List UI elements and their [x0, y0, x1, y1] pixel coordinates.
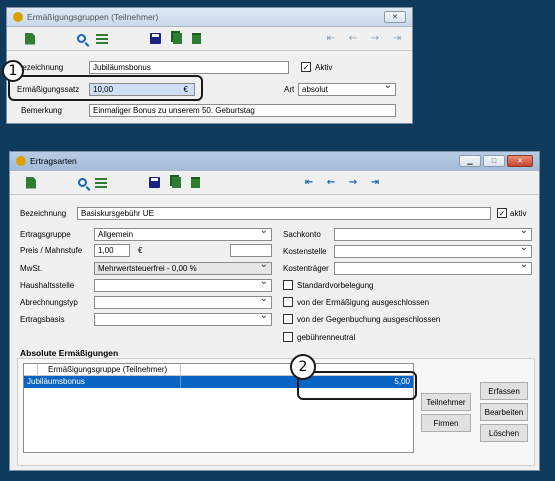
ertragsbasis-dropdown[interactable]	[94, 313, 272, 326]
list-icon[interactable]	[96, 33, 108, 44]
save-icon[interactable]	[149, 177, 160, 188]
bezeichnung-label: Bezeichnung	[20, 209, 67, 218]
copy-icon[interactable]	[173, 33, 182, 44]
window-title: Ermäßigungsgruppen (Teilnehmer)	[27, 12, 159, 22]
minimize-icon[interactable]: ▁	[459, 155, 481, 167]
search-icon[interactable]	[77, 34, 86, 43]
ertragsgruppe-dropdown[interactable]: Allgemein	[94, 228, 272, 241]
last-record-icon[interactable]: ⇥	[386, 33, 408, 44]
maximize-icon[interactable]: □	[483, 155, 505, 167]
absolute-ermaessigungen-title: Absolute Ermäßigungen	[20, 348, 119, 358]
grid-row-indicator-header	[24, 364, 38, 375]
sachkonto-dropdown[interactable]	[334, 228, 532, 241]
trash-icon[interactable]	[192, 33, 201, 44]
toolbar: ⇤ ← → ⇥	[10, 171, 539, 195]
bemerkung-label: Bemerkung	[21, 106, 62, 115]
aktiv-label: aktiv	[510, 209, 527, 218]
previous-record-icon[interactable]: ←	[342, 33, 364, 44]
gegenbuchung-ausgeschlossen-label: von der Gegenbuchung ausgeschlossen	[297, 315, 441, 324]
art-label: Art	[284, 85, 295, 94]
ertragsgruppe-label: Ertragsgruppe	[20, 230, 71, 239]
preis-label: Preis / Mahnstufe	[20, 246, 83, 255]
aktiv-label: Aktiv	[315, 63, 333, 72]
list-icon[interactable]	[95, 177, 107, 188]
bezeichnung-field[interactable]: Basiskursgebühr UE	[77, 207, 491, 220]
next-record-icon[interactable]: →	[342, 177, 364, 188]
close-icon[interactable]: ✕	[384, 11, 406, 23]
sachkonto-label: Sachkonto	[283, 230, 321, 239]
last-record-icon[interactable]: ⇥	[364, 177, 386, 188]
window-title: Ertragsarten	[30, 156, 77, 166]
app-icon	[13, 12, 23, 22]
first-record-icon[interactable]: ⇤	[298, 177, 320, 188]
firmen-button[interactable]: Firmen	[421, 414, 471, 432]
bezeichnung-field[interactable]: Jubiläumsbonus	[89, 61, 289, 74]
toolbar: ⇤ ← → ⇥	[7, 27, 412, 51]
abrechnungstyp-label: Abrechnungstyp	[20, 298, 78, 307]
grid-row-name: Jubiläumsbonus	[24, 376, 181, 388]
previous-record-icon[interactable]: ←	[320, 177, 342, 188]
mwst-dropdown[interactable]: Mehrwertsteuerfrei - 0,00 %	[94, 262, 272, 275]
loeschen-button[interactable]: Löschen	[480, 424, 528, 442]
copy-icon[interactable]	[172, 177, 181, 188]
gebuehrenneutral-checkbox[interactable]	[283, 332, 293, 342]
grid-header-gruppe[interactable]: Ermäßigungsgruppe (Teilnehmer)	[38, 364, 181, 375]
mahnstufe-field[interactable]	[230, 244, 272, 257]
first-record-icon[interactable]: ⇤	[320, 33, 342, 44]
art-dropdown[interactable]: absolut	[298, 83, 396, 96]
teilnehmer-button[interactable]: Teilnehmer	[421, 393, 471, 411]
ermaessigung-ausgeschlossen-checkbox[interactable]	[283, 297, 293, 307]
standardvorbelegung-checkbox[interactable]	[283, 280, 293, 290]
kostenstelle-dropdown[interactable]	[334, 245, 532, 258]
kostenstelle-label: Kostenstelle	[283, 247, 327, 256]
gegenbuchung-ausgeschlossen-checkbox[interactable]	[283, 314, 293, 324]
trash-icon[interactable]	[191, 177, 200, 188]
kostentraeger-label: Kostenträger	[283, 264, 329, 273]
gebuehrenneutral-label: gebührenneutral	[297, 333, 356, 342]
next-record-icon[interactable]: →	[364, 33, 386, 44]
haushaltsstelle-label: Haushaltsstelle	[20, 281, 75, 290]
abrechnungstyp-dropdown[interactable]	[94, 296, 272, 309]
grid-row-spacer	[181, 376, 303, 388]
mwst-label: MwSt.	[20, 264, 43, 273]
save-icon[interactable]	[150, 33, 161, 44]
new-document-icon[interactable]	[26, 176, 36, 189]
callout-2-marker: 2	[290, 354, 316, 380]
ermaessigung-ausgeschlossen-label: von der Ermäßigung ausgeschlossen	[297, 298, 430, 307]
currency-label: €	[138, 246, 143, 255]
new-document-icon[interactable]	[25, 32, 35, 45]
close-icon[interactable]: ✕	[507, 155, 533, 167]
kostentraeger-dropdown[interactable]	[334, 262, 532, 275]
ertragsarten-window: Ertragsarten ▁ □ ✕ ⇤ ← → ⇥ Bezeichnung B…	[9, 151, 540, 471]
window-titlebar: Ertragsarten ▁ □ ✕	[10, 152, 539, 171]
erfassen-button[interactable]: Erfassen	[480, 382, 528, 400]
aktiv-checkbox[interactable]: ✓	[497, 208, 507, 218]
haushaltsstelle-dropdown[interactable]	[94, 279, 272, 292]
search-icon[interactable]	[78, 178, 87, 187]
ermaessigungsgruppen-window: Ermäßigungsgruppen (Teilnehmer) ✕ ⇤ ← → …	[6, 7, 413, 124]
window-titlebar: Ermäßigungsgruppen (Teilnehmer) ✕	[7, 8, 412, 27]
bearbeiten-button[interactable]: Bearbeiten	[480, 403, 528, 421]
aktiv-checkbox[interactable]: ✓	[301, 62, 311, 72]
ertragsbasis-label: Ertragsbasis	[20, 315, 65, 324]
callout-1-marker: 1	[2, 60, 24, 82]
callout-1-highlight	[8, 75, 203, 101]
app-icon	[16, 156, 26, 166]
standardvorbelegung-label: Standardvorbelegung	[297, 281, 374, 290]
preis-field[interactable]: 1,00	[94, 244, 130, 257]
callout-2-highlight	[297, 371, 417, 400]
bemerkung-field[interactable]: Einmaliger Bonus zu unserem 50. Geburtst…	[89, 104, 396, 117]
